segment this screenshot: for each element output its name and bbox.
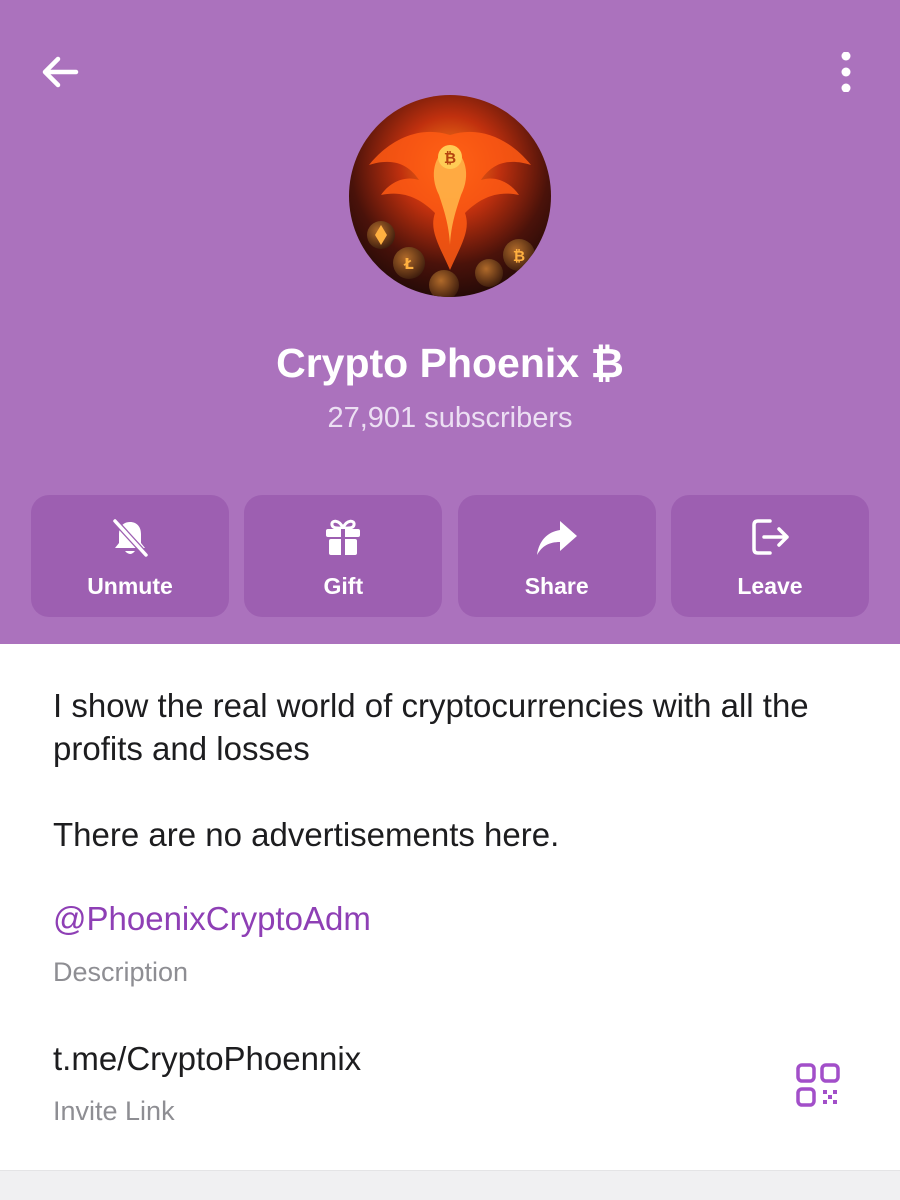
leave-icon: [748, 515, 792, 559]
gift-icon: [321, 515, 365, 559]
unmute-label: Unmute: [87, 573, 173, 599]
more-vertical-icon: [841, 52, 851, 92]
phoenix-bitcoin-avatar: ₿ Ł ₿: [349, 95, 551, 297]
admin-handle-link[interactable]: @PhoenixCryptoAdm: [53, 900, 371, 938]
unmute-button[interactable]: Unmute: [31, 495, 229, 617]
leave-button[interactable]: Leave: [670, 495, 869, 617]
share-button[interactable]: Share: [457, 495, 656, 617]
invite-link-caption: Invite Link: [53, 1096, 175, 1126]
description-paragraph-2: There are no advertisements here.: [53, 816, 560, 853]
leave-label: Leave: [737, 573, 803, 599]
channel-avatar[interactable]: ₿ Ł ₿: [349, 95, 551, 297]
back-button[interactable]: [28, 40, 92, 104]
share-arrow-icon: [535, 515, 579, 559]
subscriber-count: 27,901 subscribers: [327, 402, 573, 434]
bell-off-icon: [108, 515, 152, 559]
action-bar: Unmute Gift Share Leave: [31, 495, 869, 617]
svg-text:₿: ₿: [513, 247, 525, 265]
gift-button[interactable]: Gift: [244, 495, 443, 617]
profile-header: ₿ Ł ₿ Crypto Phoenix ₿ 27,901 subscriber…: [0, 0, 900, 644]
share-label: Share: [524, 573, 589, 599]
svg-text:Ł: Ł: [403, 255, 414, 273]
qr-code-button[interactable]: [790, 1057, 846, 1113]
invite-link[interactable]: t.me/CryptoPhoennix: [53, 1040, 361, 1078]
description-caption: Description: [53, 957, 189, 987]
svg-text:₿: ₿: [444, 149, 456, 167]
bottom-divider: [0, 1170, 900, 1200]
more-options-button[interactable]: [814, 40, 878, 104]
qr-code-icon: [796, 1063, 840, 1107]
channel-info: I show the real world of cryptocurrencie…: [0, 644, 900, 1170]
channel-description: I show the real world of cryptocurrencie…: [53, 684, 873, 856]
channel-title: Crypto Phoenix ₿: [276, 340, 624, 386]
description-paragraph-1: I show the real world of cryptocurrencie…: [53, 687, 809, 767]
arrow-left-icon: [42, 56, 79, 88]
gift-label: Gift: [323, 573, 364, 599]
